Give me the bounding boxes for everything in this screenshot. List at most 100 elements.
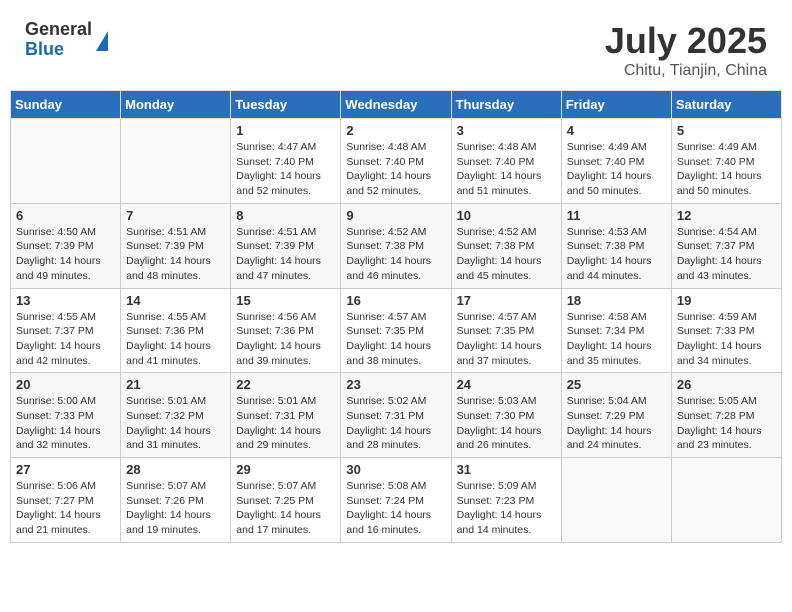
calendar-cell <box>11 119 121 204</box>
calendar-cell: 1 Sunrise: 4:47 AM Sunset: 7:40 PM Daylig… <box>231 119 341 204</box>
day-info: Sunrise: 5:06 AM Sunset: 7:27 PM Dayligh… <box>16 479 115 538</box>
logo: General Blue <box>25 20 108 60</box>
day-number: 28 <box>126 462 225 477</box>
weekday-header-monday: Monday <box>121 91 231 119</box>
calendar-cell: 12 Sunrise: 4:54 AM Sunset: 7:37 PM Dayli… <box>671 203 781 288</box>
day-info: Sunrise: 5:01 AM Sunset: 7:31 PM Dayligh… <box>236 394 335 453</box>
day-number: 26 <box>677 377 776 392</box>
day-info: Sunrise: 5:07 AM Sunset: 7:25 PM Dayligh… <box>236 479 335 538</box>
weekday-header-saturday: Saturday <box>671 91 781 119</box>
calendar-cell: 29 Sunrise: 5:07 AM Sunset: 7:25 PM Dayli… <box>231 458 341 543</box>
calendar-cell: 24Sunrise: 5:03 AM Sunset: 7:30 PM Dayli… <box>451 373 561 458</box>
calendar-cell: 17Sunrise: 4:57 AM Sunset: 7:35 PM Dayli… <box>451 288 561 373</box>
calendar-cell: 4 Sunrise: 4:49 AM Sunset: 7:40 PM Daylig… <box>561 119 671 204</box>
day-info: Sunrise: 4:51 AM Sunset: 7:39 PM Dayligh… <box>236 225 335 284</box>
day-number: 21 <box>126 377 225 392</box>
day-info: Sunrise: 5:02 AM Sunset: 7:31 PM Dayligh… <box>346 394 445 453</box>
calendar-cell: 16Sunrise: 4:57 AM Sunset: 7:35 PM Dayli… <box>341 288 451 373</box>
day-number: 4 <box>567 123 666 138</box>
day-info: Sunrise: 4:54 AM Sunset: 7:37 PM Dayligh… <box>677 225 776 284</box>
calendar-cell: 21 Sunrise: 5:01 AM Sunset: 7:32 PM Dayli… <box>121 373 231 458</box>
day-info: Sunrise: 4:56 AM Sunset: 7:36 PM Dayligh… <box>236 310 335 369</box>
day-number: 15 <box>236 293 335 308</box>
day-number: 20 <box>16 377 115 392</box>
page-header: General Blue July 2025 Chitu, Tianjin, C… <box>10 10 782 85</box>
day-info: Sunrise: 4:55 AM Sunset: 7:36 PM Dayligh… <box>126 310 225 369</box>
day-info: Sunrise: 5:05 AM Sunset: 7:28 PM Dayligh… <box>677 394 776 453</box>
day-info: Sunrise: 4:51 AM Sunset: 7:39 PM Dayligh… <box>126 225 225 284</box>
week-row-2: 6Sunrise: 4:50 AM Sunset: 7:39 PM Daylig… <box>11 203 782 288</box>
day-number: 11 <box>567 208 666 223</box>
day-number: 10 <box>457 208 556 223</box>
day-number: 7 <box>126 208 225 223</box>
day-number: 13 <box>16 293 115 308</box>
calendar-cell: 27Sunrise: 5:06 AM Sunset: 7:27 PM Dayli… <box>11 458 121 543</box>
calendar-cell: 11 Sunrise: 4:53 AM Sunset: 7:38 PM Dayli… <box>561 203 671 288</box>
calendar-cell: 3Sunrise: 4:48 AM Sunset: 7:40 PM Daylig… <box>451 119 561 204</box>
calendar-cell: 25 Sunrise: 5:04 AM Sunset: 7:29 PM Dayli… <box>561 373 671 458</box>
weekday-header-sunday: Sunday <box>11 91 121 119</box>
weekday-header-row: SundayMondayTuesdayWednesdayThursdayFrid… <box>11 91 782 119</box>
day-info: Sunrise: 4:52 AM Sunset: 7:38 PM Dayligh… <box>346 225 445 284</box>
calendar-cell: 19Sunrise: 4:59 AM Sunset: 7:33 PM Dayli… <box>671 288 781 373</box>
calendar-cell <box>121 119 231 204</box>
calendar-cell: 5 Sunrise: 4:49 AM Sunset: 7:40 PM Daylig… <box>671 119 781 204</box>
day-info: Sunrise: 4:55 AM Sunset: 7:37 PM Dayligh… <box>16 310 115 369</box>
weekday-header-wednesday: Wednesday <box>341 91 451 119</box>
day-number: 25 <box>567 377 666 392</box>
day-number: 5 <box>677 123 776 138</box>
day-info: Sunrise: 4:57 AM Sunset: 7:35 PM Dayligh… <box>346 310 445 369</box>
calendar-cell: 8Sunrise: 4:51 AM Sunset: 7:39 PM Daylig… <box>231 203 341 288</box>
calendar-cell: 9 Sunrise: 4:52 AM Sunset: 7:38 PM Daylig… <box>341 203 451 288</box>
day-info: Sunrise: 5:09 AM Sunset: 7:23 PM Dayligh… <box>457 479 556 538</box>
day-number: 1 <box>236 123 335 138</box>
day-number: 19 <box>677 293 776 308</box>
day-info: Sunrise: 5:08 AM Sunset: 7:24 PM Dayligh… <box>346 479 445 538</box>
day-info: Sunrise: 4:50 AM Sunset: 7:39 PM Dayligh… <box>16 225 115 284</box>
day-info: Sunrise: 4:52 AM Sunset: 7:38 PM Dayligh… <box>457 225 556 284</box>
calendar-cell: 22 Sunrise: 5:01 AM Sunset: 7:31 PM Dayli… <box>231 373 341 458</box>
calendar-cell: 2Sunrise: 4:48 AM Sunset: 7:40 PM Daylig… <box>341 119 451 204</box>
day-number: 31 <box>457 462 556 477</box>
day-number: 12 <box>677 208 776 223</box>
calendar-cell: 15 Sunrise: 4:56 AM Sunset: 7:36 PM Dayli… <box>231 288 341 373</box>
calendar-cell: 10 Sunrise: 4:52 AM Sunset: 7:38 PM Dayli… <box>451 203 561 288</box>
weekday-header-thursday: Thursday <box>451 91 561 119</box>
day-number: 18 <box>567 293 666 308</box>
day-info: Sunrise: 4:47 AM Sunset: 7:40 PM Dayligh… <box>236 140 335 199</box>
logo-text: General Blue <box>25 20 92 60</box>
day-info: Sunrise: 4:53 AM Sunset: 7:38 PM Dayligh… <box>567 225 666 284</box>
day-info: Sunrise: 4:49 AM Sunset: 7:40 PM Dayligh… <box>567 140 666 199</box>
day-info: Sunrise: 5:03 AM Sunset: 7:30 PM Dayligh… <box>457 394 556 453</box>
title-area: July 2025 Chitu, Tianjin, China <box>605 20 767 80</box>
calendar-cell: 28 Sunrise: 5:07 AM Sunset: 7:26 PM Dayli… <box>121 458 231 543</box>
day-number: 17 <box>457 293 556 308</box>
calendar-cell <box>561 458 671 543</box>
day-info: Sunrise: 5:00 AM Sunset: 7:33 PM Dayligh… <box>16 394 115 453</box>
day-number: 14 <box>126 293 225 308</box>
day-info: Sunrise: 4:58 AM Sunset: 7:34 PM Dayligh… <box>567 310 666 369</box>
week-row-5: 27Sunrise: 5:06 AM Sunset: 7:27 PM Dayli… <box>11 458 782 543</box>
calendar-cell: 31 Sunrise: 5:09 AM Sunset: 7:23 PM Dayli… <box>451 458 561 543</box>
day-info: Sunrise: 5:07 AM Sunset: 7:26 PM Dayligh… <box>126 479 225 538</box>
day-info: Sunrise: 4:48 AM Sunset: 7:40 PM Dayligh… <box>346 140 445 199</box>
day-number: 9 <box>346 208 445 223</box>
calendar-cell: 14 Sunrise: 4:55 AM Sunset: 7:36 PM Dayli… <box>121 288 231 373</box>
day-info: Sunrise: 5:04 AM Sunset: 7:29 PM Dayligh… <box>567 394 666 453</box>
day-number: 29 <box>236 462 335 477</box>
week-row-3: 13 Sunrise: 4:55 AM Sunset: 7:37 PM Dayli… <box>11 288 782 373</box>
subtitle: Chitu, Tianjin, China <box>605 62 767 80</box>
day-info: Sunrise: 4:49 AM Sunset: 7:40 PM Dayligh… <box>677 140 776 199</box>
calendar-cell <box>671 458 781 543</box>
calendar-cell: 7 Sunrise: 4:51 AM Sunset: 7:39 PM Daylig… <box>121 203 231 288</box>
calendar-cell: 13 Sunrise: 4:55 AM Sunset: 7:37 PM Dayli… <box>11 288 121 373</box>
day-info: Sunrise: 5:01 AM Sunset: 7:32 PM Dayligh… <box>126 394 225 453</box>
weekday-header-tuesday: Tuesday <box>231 91 341 119</box>
logo-blue-text: Blue <box>25 40 92 60</box>
logo-triangle-icon <box>96 31 108 51</box>
calendar-cell: 30Sunrise: 5:08 AM Sunset: 7:24 PM Dayli… <box>341 458 451 543</box>
calendar-cell: 18 Sunrise: 4:58 AM Sunset: 7:34 PM Dayli… <box>561 288 671 373</box>
calendar-cell: 20 Sunrise: 5:00 AM Sunset: 7:33 PM Dayli… <box>11 373 121 458</box>
calendar-cell: 23Sunrise: 5:02 AM Sunset: 7:31 PM Dayli… <box>341 373 451 458</box>
day-number: 22 <box>236 377 335 392</box>
